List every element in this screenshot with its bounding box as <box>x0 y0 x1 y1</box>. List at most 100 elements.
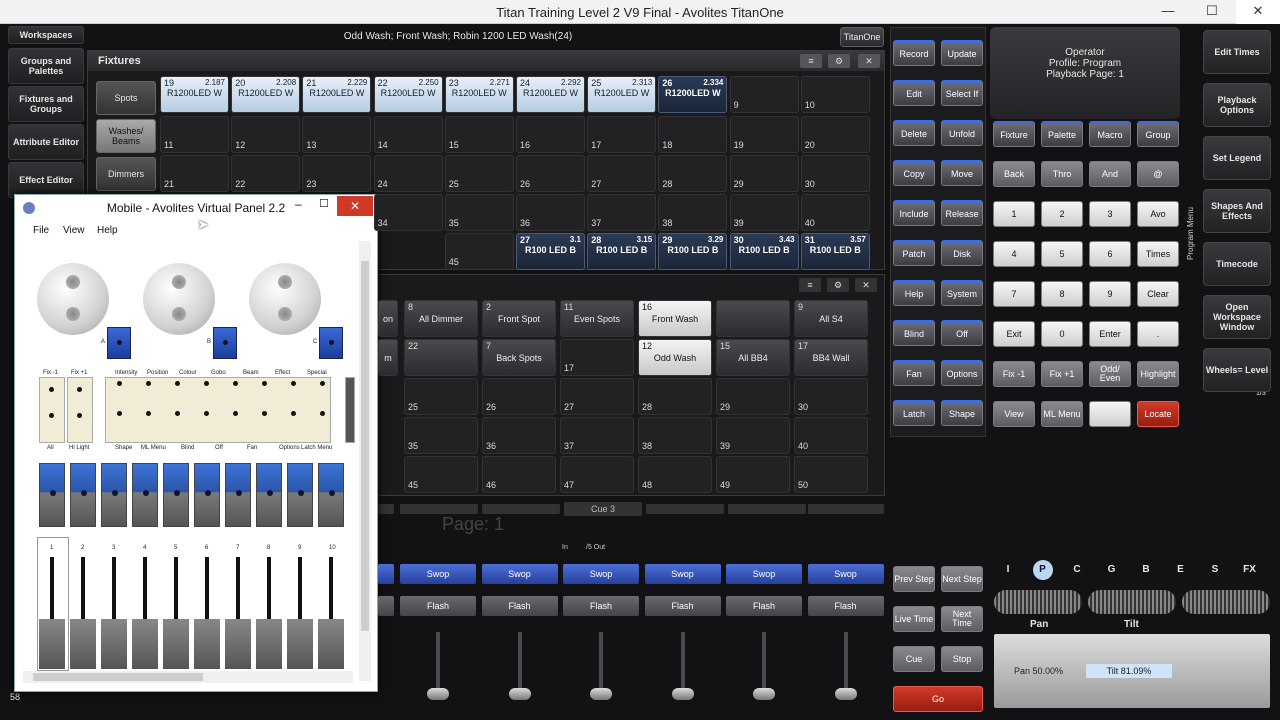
program-button[interactable]: Patch <box>893 240 935 266</box>
program-button[interactable]: Fan <box>893 360 935 386</box>
program-button[interactable]: Edit <box>893 80 935 106</box>
playback-fader-knob[interactable] <box>671 688 694 700</box>
flash-button[interactable]: Flash <box>481 596 558 616</box>
group-cell[interactable]: 17 <box>560 339 634 376</box>
cue-button[interactable]: Live Time <box>893 606 935 632</box>
keypad-button[interactable]: 3 <box>1089 201 1131 227</box>
attribute-tab[interactable]: P <box>1032 560 1053 580</box>
keypad-button[interactable]: Locate <box>1137 401 1179 427</box>
rotary-wheel[interactable] <box>143 263 215 335</box>
group-cell[interactable]: 37 <box>560 417 634 454</box>
playback-button[interactable] <box>39 463 65 527</box>
group-cell[interactable]: 22 <box>404 339 478 376</box>
fixture-cell[interactable]: 28 3.15 R100 LED B <box>587 233 657 270</box>
keypad-button[interactable]: Back <box>993 161 1035 187</box>
program-button[interactable]: Disk <box>941 240 983 266</box>
playback-button[interactable] <box>318 463 344 527</box>
fixture-cell[interactable]: 22 2.250 R1200LED W <box>373 76 443 113</box>
keypad-button[interactable]: Palette <box>1041 121 1083 147</box>
flash-button[interactable] <box>378 596 394 616</box>
tab-washes-beams[interactable]: Washes/ Beams <box>96 119 156 153</box>
fixture-cell[interactable]: 35 <box>444 194 514 231</box>
cue-button[interactable]: Stop <box>941 646 983 672</box>
group-cell[interactable]: 29 <box>716 378 790 415</box>
group-cell[interactable]: 40 <box>794 417 868 454</box>
playback-fader-knob[interactable] <box>834 688 857 700</box>
group-cell[interactable]: 28 <box>638 378 712 415</box>
fixture-cell[interactable]: 11 <box>160 116 229 153</box>
flash-button[interactable]: Flash <box>726 596 802 616</box>
cue-button[interactable]: Prev Step <box>893 566 935 592</box>
fixture-cell[interactable]: 24 2.292 R1200LED W <box>516 76 585 113</box>
fader-handle[interactable] <box>163 619 189 669</box>
group-cell[interactable]: m <box>378 339 398 376</box>
swop-button[interactable]: Swop <box>644 564 721 584</box>
group-cell[interactable]: 47 <box>560 456 634 493</box>
right-sidebar-button[interactable]: Playback Options <box>1203 83 1271 127</box>
fader-handle[interactable] <box>70 619 96 669</box>
group-cell[interactable]: 8 All Dimmer <box>404 300 478 337</box>
fixture-cell[interactable]: 27 <box>587 155 657 192</box>
menu-help[interactable]: Help <box>97 225 118 236</box>
fixture-cell[interactable]: 29 3.29 R100 LED B <box>658 233 728 270</box>
groups-settings-icon[interactable]: ⚙ <box>827 278 849 292</box>
mobile-minimize-icon[interactable]: – <box>295 197 302 211</box>
third-wheel[interactable] <box>1182 590 1270 614</box>
group-cell[interactable]: 11 Even Spots <box>560 300 634 337</box>
swop-button[interactable]: Swop <box>481 564 558 584</box>
tab-dimmers[interactable]: Dimmers <box>96 157 156 191</box>
attribute-tab[interactable]: E <box>1171 560 1191 580</box>
flash-button[interactable]: Flash <box>400 596 476 616</box>
fixture-cell[interactable]: 10 <box>800 76 870 113</box>
keypad-button[interactable]: Clear <box>1137 281 1179 307</box>
attribute-tab[interactable]: C <box>1067 560 1087 580</box>
cue-button[interactable]: Next Time <box>941 606 983 632</box>
keypad-button[interactable]: Fix -1 <box>993 361 1035 387</box>
group-cell[interactable]: 16 Front Wash <box>638 300 712 337</box>
keypad-button[interactable]: 9 <box>1089 281 1131 307</box>
fixture-cell[interactable]: 25 2.313 R1200LED W <box>587 76 657 113</box>
fixture-cell[interactable]: 36 <box>516 194 585 231</box>
keypad-button[interactable]: Group <box>1137 121 1179 147</box>
group-cell[interactable]: 36 <box>482 417 556 454</box>
fixture-cell[interactable]: 38 <box>658 194 728 231</box>
program-button[interactable]: Move <box>941 160 983 186</box>
group-cell[interactable]: 49 <box>716 456 790 493</box>
close-button[interactable]: ✕ <box>1236 0 1280 24</box>
cue-button[interactable]: Next Step <box>941 566 983 592</box>
swop-button[interactable]: Swop <box>563 564 639 584</box>
fader-handle[interactable] <box>101 619 127 669</box>
fader-handle[interactable] <box>287 619 313 669</box>
tab-spots[interactable]: Spots <box>96 81 156 115</box>
wheel-button[interactable] <box>107 327 131 359</box>
titanone-badge[interactable]: TitanOne <box>840 27 884 47</box>
keypad-button[interactable]: Odd/ Even <box>1089 361 1131 387</box>
menu-view[interactable]: View <box>63 225 85 236</box>
panel-settings-icon[interactable]: ⚙ <box>828 54 850 68</box>
playback-fader-knob[interactable] <box>508 688 531 700</box>
mobile-close-icon[interactable]: ✕ <box>337 196 373 216</box>
playback-button[interactable] <box>287 463 313 527</box>
attribute-tab[interactable]: FX <box>1240 560 1260 580</box>
playback-fader-knob[interactable] <box>753 688 775 700</box>
keypad-button[interactable]: @ <box>1137 161 1179 187</box>
fixture-cell[interactable]: 13 <box>302 116 372 153</box>
go-button[interactable]: Go <box>893 686 983 712</box>
group-cell[interactable] <box>716 300 790 337</box>
fixture-cell[interactable]: 24 <box>373 155 443 192</box>
fixture-cell[interactable]: 19 <box>729 116 799 153</box>
playback-button[interactable] <box>163 463 189 527</box>
keypad-button[interactable]: And <box>1089 161 1131 187</box>
group-cell[interactable]: 12 Odd Wash <box>638 339 712 376</box>
program-button[interactable]: Help <box>893 280 935 306</box>
attribute-tab[interactable]: S <box>1205 560 1225 580</box>
fixture-cell[interactable]: 23 2.271 R1200LED W <box>444 76 514 113</box>
program-button[interactable]: Release <box>941 200 983 226</box>
playback-button[interactable] <box>225 463 251 527</box>
fixture-cell[interactable]: 17 <box>587 116 657 153</box>
pan-wheel[interactable] <box>994 590 1082 614</box>
flash-button[interactable]: Flash <box>807 596 884 616</box>
fixture-cell[interactable]: 21 <box>160 155 229 192</box>
fixture-cell[interactable]: 23 <box>302 155 372 192</box>
keypad-button[interactable]: 4 <box>993 241 1035 267</box>
